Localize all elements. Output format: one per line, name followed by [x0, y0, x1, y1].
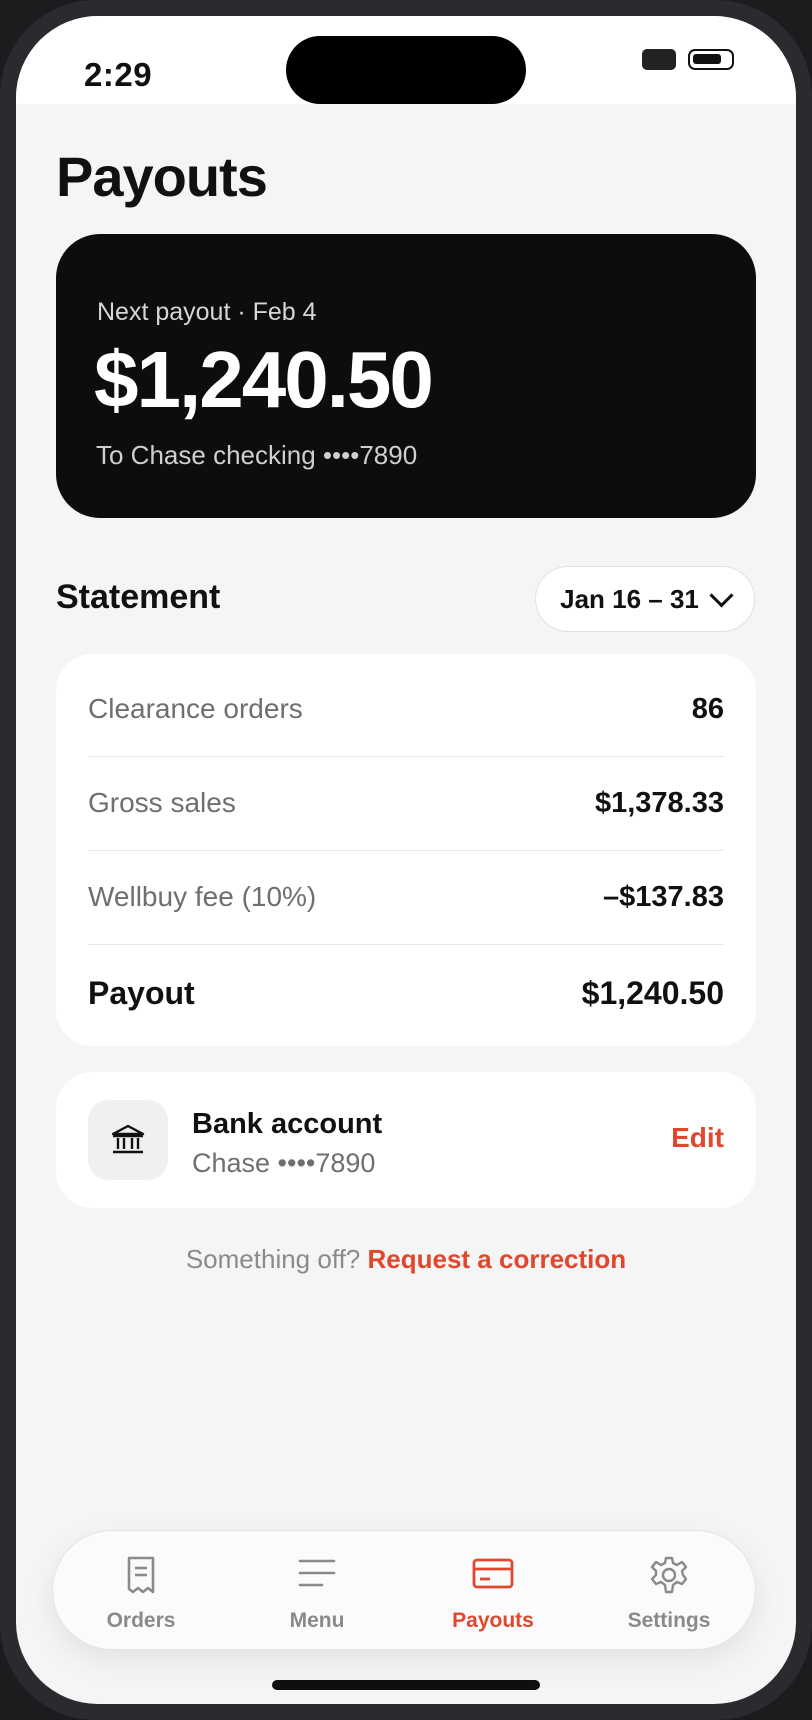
statement-total-value: $1,240.50 [581, 974, 724, 1011]
correction-prompt: Something off? Request a correction [16, 1244, 796, 1275]
dynamic-island [286, 36, 526, 104]
correction-text: Something off? [185, 1244, 361, 1274]
bank-account-title: Bank account [192, 1108, 383, 1140]
statement-row-value: $1,378.33 [594, 786, 724, 819]
statement-total-row: Payout $1,240.50 [88, 946, 724, 1040]
payout-destination: To Chase checking ••••7890 [96, 440, 418, 470]
statement-row-value: –$137.83 [603, 880, 724, 913]
tab-bar: Orders Menu Payouts Settings [52, 1530, 756, 1650]
statement-row: Wellbuy fee (10%) –$137.83 [88, 850, 724, 945]
statement-row: Gross sales $1,378.33 [88, 756, 724, 851]
tab-payouts[interactable]: Payouts [405, 1531, 581, 1651]
status-time: 2:29 [84, 56, 153, 93]
bank-account-card: Bank account Chase ••••7890 Edit [56, 1072, 756, 1208]
next-payout-amount: $1,240.50 [94, 335, 434, 424]
tab-orders-label: Orders [106, 1609, 176, 1632]
next-payout-label: Next payout · Feb 4 [97, 298, 317, 326]
statement-row-value: 86 [691, 692, 724, 725]
bank-icon-container [88, 1100, 168, 1180]
date-range-selector[interactable]: Jan 16 – 31 [535, 566, 755, 632]
statement-card: Clearance orders 86 Gross sales $1,378.3… [56, 654, 756, 1046]
statement-row-label: Clearance orders [88, 693, 303, 724]
request-correction-link[interactable]: Request a correction [368, 1244, 627, 1274]
statement-row-label: Gross sales [88, 787, 236, 818]
tab-menu-label: Menu [289, 1609, 345, 1632]
tab-menu[interactable]: Menu [229, 1531, 405, 1651]
status-bar: 2:29 [16, 16, 796, 104]
date-range-label: Jan 16 – 31 [560, 583, 699, 614]
chevron-down-icon [709, 582, 734, 608]
card-icon [472, 1558, 514, 1589]
tab-settings-label: Settings [627, 1609, 711, 1632]
signal-icon [642, 49, 676, 70]
bank-icon [111, 1124, 145, 1154]
next-payout-card: Next payout · Feb 4 $1,240.50 To Chase c… [56, 234, 756, 518]
edit-bank-button[interactable]: Edit [671, 1122, 724, 1154]
statement-row: Clearance orders 86 [88, 662, 724, 757]
statement-total-label: Payout [88, 974, 195, 1011]
battery-icon [688, 49, 734, 70]
receipt-icon [127, 1556, 155, 1594]
app-screen: 2:29 Payouts Next payout · Feb 4 $1,240.… [16, 16, 796, 1704]
statement-title: Statement [56, 578, 221, 616]
gear-icon [650, 1556, 688, 1594]
menu-icon [298, 1559, 336, 1587]
home-indicator[interactable] [272, 1680, 540, 1690]
tab-orders[interactable]: Orders [53, 1531, 229, 1651]
statement-row-label: Wellbuy fee (10%) [88, 881, 317, 912]
page-title: Payouts [56, 145, 268, 208]
device-frame: 2:29 Payouts Next payout · Feb 4 $1,240.… [0, 0, 812, 1720]
tab-settings[interactable]: Settings [581, 1531, 757, 1651]
tab-payouts-label: Payouts [452, 1609, 534, 1632]
bank-account-number: Chase ••••7890 [192, 1148, 376, 1178]
